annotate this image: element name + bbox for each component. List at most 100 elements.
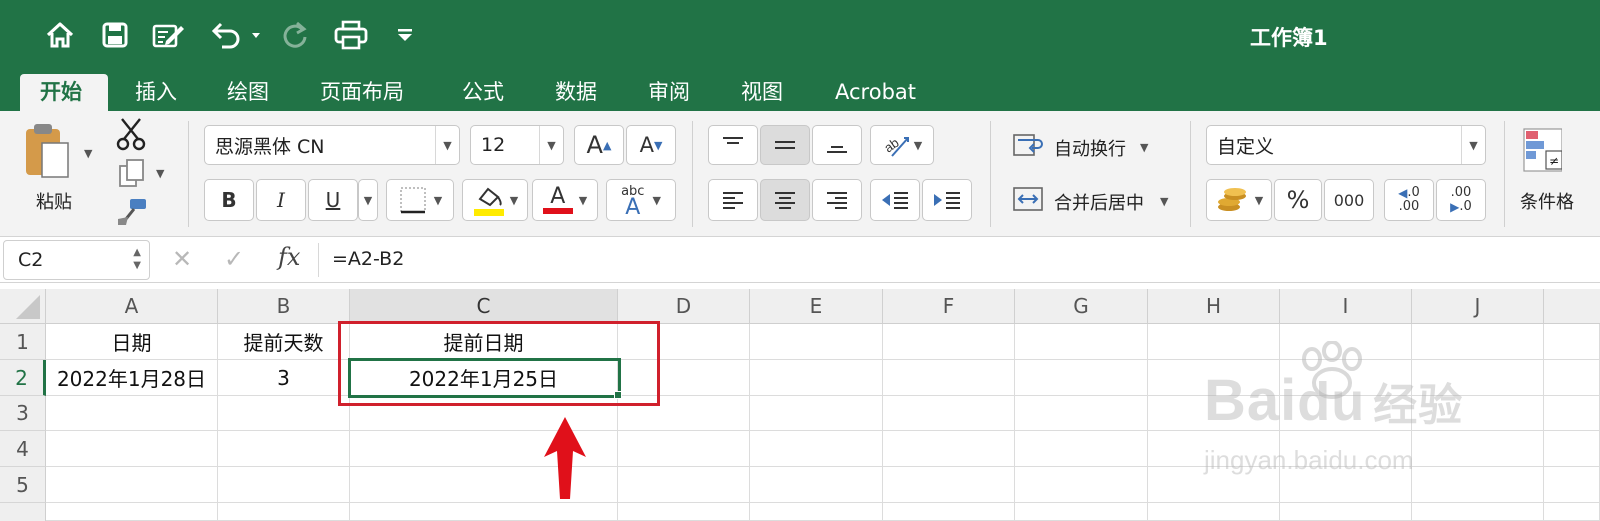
cell-j5[interactable] (1412, 467, 1544, 503)
cell-b1[interactable]: 提前天数 (218, 324, 350, 360)
paste-dropdown-icon[interactable]: ▼ (84, 147, 92, 160)
cell-c6[interactable] (350, 503, 618, 521)
name-box[interactable]: C2 ▲ ▼ (3, 240, 150, 280)
cell-g4[interactable] (1015, 431, 1148, 467)
merge-center-label[interactable]: 合并后居中 (1054, 189, 1144, 215)
align-center-button[interactable] (760, 179, 810, 221)
cell-e3[interactable] (750, 396, 883, 431)
cell-j6[interactable] (1412, 503, 1544, 521)
merge-center-dropdown-icon[interactable]: ▼ (1160, 195, 1168, 208)
cell-b6[interactable] (218, 503, 350, 521)
fill-color-button[interactable]: ▼ (462, 179, 528, 221)
tab-page-layout[interactable]: 页面布局 (300, 74, 424, 111)
font-size-select[interactable]: 12 ▼ (470, 125, 564, 165)
percent-button[interactable]: % (1274, 179, 1322, 221)
align-left-button[interactable] (708, 179, 758, 221)
cell-b5[interactable] (218, 467, 350, 503)
cell-k1[interactable] (1544, 324, 1600, 360)
cell-f2[interactable] (883, 360, 1015, 396)
column-header-d[interactable]: D (618, 289, 750, 324)
cell-a2[interactable]: 2022年1月28日 (46, 360, 218, 396)
cell-b2[interactable]: 3 (218, 360, 350, 396)
cell-k2[interactable] (1544, 360, 1600, 396)
wrap-text-dropdown-icon[interactable]: ▼ (1140, 141, 1148, 154)
cell-a1[interactable]: 日期 (46, 324, 218, 360)
insert-function-button[interactable]: fx (278, 243, 300, 271)
cell-e1[interactable] (750, 324, 883, 360)
copy-dropdown-icon[interactable]: ▼ (156, 167, 164, 180)
column-header-k[interactable] (1544, 289, 1600, 324)
cell-h6[interactable] (1148, 503, 1280, 521)
paste-icon[interactable] (22, 121, 74, 181)
cell-d5[interactable] (618, 467, 750, 503)
row-header-2[interactable]: 2 (0, 360, 46, 396)
italic-button[interactable]: I (256, 179, 306, 221)
row-header-4[interactable]: 4 (0, 431, 46, 467)
bold-button[interactable]: B (204, 179, 254, 221)
conditional-format-label[interactable]: 条件格 (1520, 188, 1574, 214)
format-painter-icon[interactable] (116, 197, 148, 231)
stepper-icon[interactable]: ▲ ▼ (133, 246, 141, 272)
increase-indent-button[interactable] (922, 179, 972, 221)
row-header-6[interactable] (0, 503, 46, 521)
edit-icon[interactable] (150, 18, 188, 52)
cell-a3[interactable] (46, 396, 218, 431)
cell-h1[interactable] (1148, 324, 1280, 360)
orientation-button[interactable]: ab ▼ (870, 125, 934, 165)
cell-f4[interactable] (883, 431, 1015, 467)
grow-font-button[interactable]: A ▲ (574, 125, 624, 165)
cell-k3[interactable] (1544, 396, 1600, 431)
tab-insert[interactable]: 插入 (115, 74, 197, 111)
column-header-a[interactable]: A (46, 289, 218, 324)
cell-b4[interactable] (218, 431, 350, 467)
cell-e5[interactable] (750, 467, 883, 503)
cell-d4[interactable] (618, 431, 750, 467)
decrease-decimal-button[interactable]: .00 ▶ .0 (1436, 179, 1486, 221)
row-header-1[interactable]: 1 (0, 324, 46, 360)
align-right-button[interactable] (812, 179, 862, 221)
formula-input[interactable]: =A2-B2 (332, 248, 404, 270)
cell-j4[interactable] (1412, 431, 1544, 467)
decrease-indent-button[interactable] (870, 179, 920, 221)
cell-j1[interactable] (1412, 324, 1544, 360)
column-header-i[interactable]: I (1280, 289, 1412, 324)
column-header-j[interactable]: J (1412, 289, 1544, 324)
merge-center-icon[interactable] (1012, 185, 1048, 217)
cell-a4[interactable] (46, 431, 218, 467)
select-all-button[interactable] (0, 289, 46, 324)
tab-review[interactable]: 审阅 (628, 74, 710, 111)
phonetic-button[interactable]: abc A ▼ (606, 179, 676, 221)
cell-f3[interactable] (883, 396, 1015, 431)
print-icon[interactable] (332, 18, 370, 52)
cell-k6[interactable] (1544, 503, 1600, 521)
cell-f6[interactable] (883, 503, 1015, 521)
increase-decimal-button[interactable]: ◀ .0 .00 (1384, 179, 1434, 221)
tab-data[interactable]: 数据 (535, 74, 617, 111)
number-format-select[interactable]: 自定义 ▼ (1206, 125, 1486, 165)
cell-f5[interactable] (883, 467, 1015, 503)
cell-b3[interactable] (218, 396, 350, 431)
undo-icon[interactable] (206, 18, 262, 52)
accounting-format-button[interactable]: ▼ (1206, 179, 1272, 221)
customize-icon[interactable] (394, 18, 416, 52)
wrap-text-icon[interactable] (1012, 131, 1048, 163)
column-header-c[interactable]: C (350, 289, 618, 324)
cell-g1[interactable] (1015, 324, 1148, 360)
home-icon[interactable] (42, 18, 78, 52)
tab-view[interactable]: 视图 (721, 74, 803, 111)
align-middle-button[interactable] (760, 125, 810, 165)
row-header-3[interactable]: 3 (0, 396, 46, 431)
cell-g3[interactable] (1015, 396, 1148, 431)
cell-e4[interactable] (750, 431, 883, 467)
tab-formulas[interactable]: 公式 (442, 74, 524, 111)
cell-a5[interactable] (46, 467, 218, 503)
row-header-5[interactable]: 5 (0, 467, 46, 503)
cut-icon[interactable] (116, 117, 146, 155)
cell-d6[interactable] (618, 503, 750, 521)
font-name-select[interactable]: 思源黑体 CN ▼ (204, 125, 460, 165)
align-bottom-button[interactable] (812, 125, 862, 165)
column-header-e[interactable]: E (750, 289, 883, 324)
cell-f1[interactable] (883, 324, 1015, 360)
copy-icon[interactable] (118, 158, 146, 192)
cell-k5[interactable] (1544, 467, 1600, 503)
